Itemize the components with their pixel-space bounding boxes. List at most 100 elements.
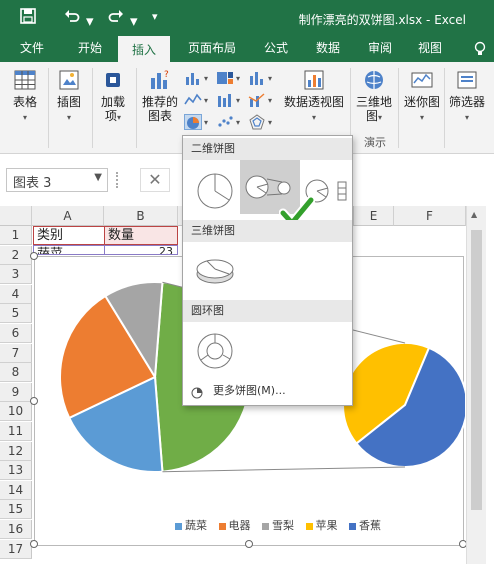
- tab-insert[interactable]: 插入: [118, 36, 170, 62]
- redo-dropdown-icon[interactable]: ▾: [130, 12, 138, 30]
- statistic-chart-icon[interactable]: [248, 70, 266, 86]
- row-header[interactable]: 14: [0, 480, 32, 500]
- column-header-f[interactable]: F: [394, 206, 466, 226]
- chevron-down-icon[interactable]: ▾: [236, 118, 240, 127]
- sparkline-label: 迷你图: [403, 95, 440, 109]
- combo-chart-icon[interactable]: [248, 92, 266, 108]
- row-header[interactable]: 17: [0, 539, 32, 559]
- row-header[interactable]: 15: [0, 500, 32, 520]
- row-header[interactable]: 8: [0, 363, 32, 383]
- row-header[interactable]: 12: [0, 441, 32, 461]
- 3d-map-label-1: 三维地: [355, 95, 392, 109]
- row-header[interactable]: 2: [0, 245, 32, 265]
- cell-a1[interactable]: 类别: [33, 226, 104, 245]
- row-header[interactable]: 4: [0, 284, 32, 304]
- chevron-down-icon[interactable]: ▾: [236, 96, 240, 105]
- row-header[interactable]: 13: [0, 461, 32, 481]
- hierarchy-chart-icon[interactable]: [216, 70, 234, 86]
- table-icon: [13, 68, 37, 92]
- cancel-button[interactable]: ✕: [140, 168, 170, 192]
- cell-a2[interactable]: 蔬菜: [33, 245, 104, 255]
- filter-button[interactable]: 筛选器 ▾: [446, 68, 488, 125]
- resize-handle-bottom-left[interactable]: [30, 540, 38, 548]
- illustrations-button[interactable]: 插图 ▾: [52, 68, 86, 125]
- tab-file[interactable]: 文件: [8, 36, 56, 62]
- option-3d-pie[interactable]: [191, 244, 251, 298]
- chevron-down-icon: ▾: [378, 113, 383, 122]
- lightbulb-icon[interactable]: [474, 41, 486, 55]
- chevron-down-icon[interactable]: ▾: [268, 96, 272, 105]
- column-header-b[interactable]: B: [104, 206, 178, 226]
- chevron-down-icon[interactable]: ▼: [94, 172, 102, 183]
- cell-b1[interactable]: 数量: [104, 226, 178, 245]
- tab-data[interactable]: 数据: [304, 36, 352, 62]
- chevron-down-icon[interactable]: ▾: [268, 74, 272, 83]
- pie-small-icon: [191, 385, 203, 407]
- ribbon-separator: [398, 68, 399, 148]
- row-header[interactable]: 1: [0, 226, 32, 245]
- recommended-charts-label-2: 图表: [147, 109, 172, 123]
- section-2d-pie: 二维饼图: [183, 138, 352, 160]
- formula-bar-splitter[interactable]: [116, 172, 120, 188]
- 3d-map-button[interactable]: 三维地 图▾: [354, 68, 394, 125]
- tab-review[interactable]: 审阅: [358, 36, 402, 62]
- filter-label: 筛选器: [448, 95, 485, 109]
- undo-icon[interactable]: [64, 8, 80, 28]
- resize-handle-top-left[interactable]: [30, 252, 38, 260]
- row-header[interactable]: 5: [0, 304, 32, 324]
- tab-home[interactable]: 开始: [64, 36, 116, 62]
- tab-page-layout[interactable]: 页面布局: [176, 36, 248, 62]
- row-header[interactable]: 16: [0, 520, 32, 539]
- column-header-a[interactable]: A: [32, 206, 104, 226]
- chevron-down-icon[interactable]: ▾: [268, 118, 272, 127]
- save-icon[interactable]: [20, 8, 36, 28]
- pie-chart-dropdown[interactable]: 二维饼图 三维饼图 圆环图 更多饼图(M)...: [182, 135, 353, 406]
- name-box[interactable]: 图表 3 ▼: [6, 168, 108, 192]
- more-pie-charts-item[interactable]: 更多饼图(M)...: [183, 380, 352, 402]
- line-chart-icon[interactable]: [184, 92, 202, 108]
- row-header[interactable]: 9: [0, 382, 32, 402]
- scroll-up-icon[interactable]: ▲: [471, 210, 477, 219]
- row-header[interactable]: 7: [0, 343, 32, 363]
- cell-b2[interactable]: 23: [104, 245, 178, 255]
- chevron-down-icon[interactable]: ▾: [204, 96, 208, 105]
- resize-handle-bottom[interactable]: [245, 540, 253, 548]
- waterfall-chart-icon[interactable]: [216, 92, 234, 108]
- select-all-corner[interactable]: [0, 206, 32, 226]
- tab-view[interactable]: 视图: [408, 36, 452, 62]
- chevron-down-icon[interactable]: ▾: [204, 118, 208, 127]
- chevron-down-icon[interactable]: ▾: [236, 74, 240, 83]
- column-chart-icon[interactable]: [184, 70, 202, 86]
- more-pie-charts-label: 更多饼图(M)...: [213, 384, 286, 397]
- customize-quick-access-icon[interactable]: ▾: [152, 10, 158, 23]
- redo-icon[interactable]: [108, 8, 124, 28]
- globe-icon: [362, 68, 386, 92]
- demo-group-label: 演示: [364, 136, 386, 149]
- legend-label: 苹果: [315, 519, 338, 532]
- column-header-e[interactable]: E: [354, 206, 394, 226]
- table-button[interactable]: 表格 ▾: [6, 68, 44, 125]
- addins-button[interactable]: 加载 项▾: [96, 68, 130, 125]
- tab-formulas[interactable]: 公式: [254, 36, 298, 62]
- option-doughnut[interactable]: [191, 324, 251, 378]
- radar-chart-icon[interactable]: [248, 114, 266, 130]
- pivotchart-button[interactable]: 数据透视图 ▾: [282, 68, 346, 125]
- pie-chart-icon[interactable]: [184, 114, 202, 130]
- chevron-down-icon: ▾: [311, 113, 316, 122]
- filter-icon: [455, 68, 479, 92]
- scrollbar-thumb[interactable]: [471, 230, 482, 510]
- scatter-chart-icon[interactable]: [216, 114, 234, 130]
- row-header[interactable]: 10: [0, 402, 32, 422]
- sparkline-button[interactable]: 迷你图 ▾: [402, 68, 442, 125]
- chevron-down-icon[interactable]: ▾: [204, 74, 208, 83]
- svg-text:?: ?: [164, 70, 169, 80]
- row-header[interactable]: 6: [0, 324, 32, 343]
- recommended-charts-button[interactable]: ? 推荐的 图表: [140, 68, 180, 123]
- section-3d-pie: 三维饼图: [183, 220, 352, 242]
- row-header[interactable]: 11: [0, 422, 32, 441]
- chart-legend[interactable]: 蔬菜 电器 雪梨 苹果 香蕉: [175, 517, 389, 533]
- vertical-scrollbar[interactable]: ▲: [466, 206, 486, 564]
- row-header[interactable]: 3: [0, 265, 32, 285]
- undo-dropdown-icon[interactable]: ▾: [86, 12, 94, 30]
- resize-handle-left[interactable]: [30, 397, 38, 405]
